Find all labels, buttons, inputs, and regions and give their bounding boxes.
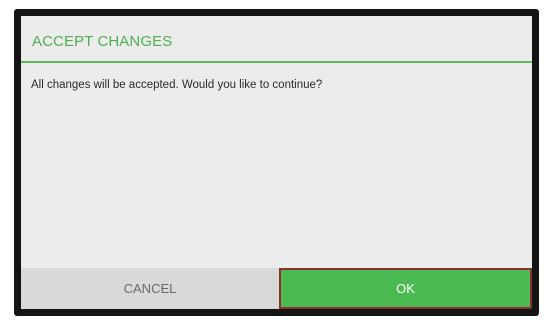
dialog-message: All changes will be accepted. Would you …: [31, 79, 323, 91]
dialog-frame: ACCEPT CHANGES All changes will be accep…: [14, 9, 539, 316]
dialog-title: ACCEPT CHANGES: [32, 33, 173, 50]
dialog-button-bar: CANCEL OK: [21, 268, 532, 309]
ok-button[interactable]: OK: [279, 268, 532, 309]
confirm-dialog: ACCEPT CHANGES All changes will be accep…: [21, 16, 532, 309]
cancel-button[interactable]: CANCEL: [21, 268, 279, 309]
dialog-header: ACCEPT CHANGES: [21, 16, 532, 63]
